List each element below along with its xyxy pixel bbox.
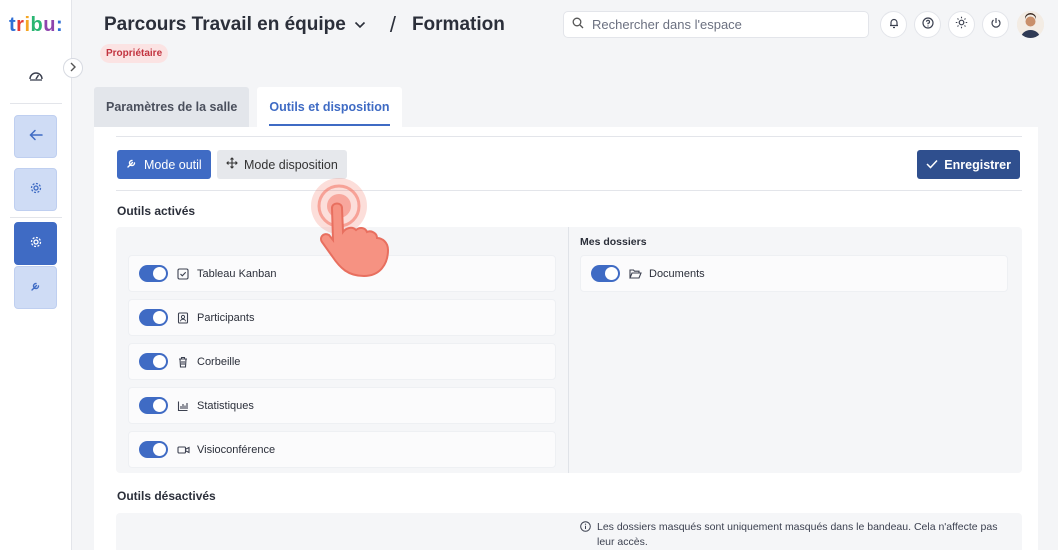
folders-heading: Mes dossiers bbox=[580, 236, 647, 248]
info-icon bbox=[580, 521, 591, 550]
dashboard-icon[interactable] bbox=[26, 66, 46, 86]
move-icon bbox=[226, 157, 238, 172]
help-button[interactable] bbox=[914, 11, 941, 38]
search-input[interactable] bbox=[592, 17, 852, 32]
chart-icon bbox=[176, 399, 190, 413]
page-header: Parcours Travail en équipe / Formation bbox=[104, 12, 505, 38]
divider bbox=[116, 190, 1022, 191]
power-icon bbox=[990, 16, 1002, 34]
tab-room-settings[interactable]: Paramètres de la salle bbox=[94, 87, 250, 127]
breadcrumb-separator: / bbox=[389, 12, 396, 37]
tool-label: Visioconférence bbox=[197, 443, 276, 456]
back-button[interactable] bbox=[14, 115, 57, 158]
tool-toggle[interactable] bbox=[139, 309, 168, 326]
wrench-icon bbox=[30, 279, 42, 297]
page-title[interactable]: Parcours Travail en équipe bbox=[104, 14, 346, 36]
video-icon bbox=[176, 443, 190, 457]
logo-letter: : bbox=[55, 14, 64, 36]
settings-tabs: Paramètres de la salle Outils et disposi… bbox=[94, 87, 410, 127]
chevron-down-icon[interactable] bbox=[354, 18, 368, 32]
notifications-button[interactable] bbox=[880, 11, 907, 38]
search-icon bbox=[572, 16, 584, 34]
room-settings-button[interactable] bbox=[14, 168, 57, 211]
sun-icon bbox=[955, 16, 968, 34]
disabled-tools-title: Outils désactivés bbox=[117, 489, 216, 503]
main-panel: Mode outil Mode disposition Enregistrer … bbox=[94, 127, 1038, 550]
logo-letter: b bbox=[30, 14, 44, 36]
participants-icon bbox=[176, 311, 190, 325]
trash-icon bbox=[176, 355, 190, 369]
save-button[interactable]: Enregistrer bbox=[917, 150, 1020, 179]
gear-icon bbox=[30, 181, 42, 199]
tool-toggle[interactable] bbox=[139, 265, 168, 282]
tool-label: Corbeille bbox=[197, 355, 241, 368]
folder-row-documents[interactable]: Documents bbox=[580, 255, 1008, 292]
divider bbox=[116, 136, 1022, 137]
chevron-right-icon bbox=[69, 59, 77, 77]
mode-layout-button[interactable]: Mode disposition bbox=[217, 150, 347, 179]
app-logo[interactable]: tribu: bbox=[9, 14, 63, 37]
mode-tool-button[interactable]: Mode outil bbox=[117, 150, 211, 179]
active-tools-title: Outils activés bbox=[117, 204, 196, 218]
gear-icon bbox=[30, 235, 42, 253]
tools-button[interactable] bbox=[14, 266, 57, 309]
tool-label: Tableau Kanban bbox=[197, 267, 277, 280]
column-divider bbox=[568, 227, 569, 473]
help-icon bbox=[921, 16, 934, 34]
search-box[interactable] bbox=[563, 11, 869, 38]
tool-toggle[interactable] bbox=[139, 353, 168, 370]
logout-button[interactable] bbox=[982, 11, 1009, 38]
rail-divider bbox=[10, 217, 62, 218]
tool-label: Participants bbox=[197, 311, 255, 324]
kanban-check-icon bbox=[176, 267, 190, 281]
info-note-text: Les dossiers masqués sont uniquement mas… bbox=[597, 521, 998, 548]
folder-open-icon bbox=[628, 267, 642, 281]
breadcrumb-current: Formation bbox=[411, 14, 505, 35]
tool-row-kanban[interactable]: Tableau Kanban bbox=[128, 255, 556, 292]
tool-label: Statistiques bbox=[197, 399, 254, 412]
wrench-icon bbox=[126, 157, 138, 172]
tool-toggle[interactable] bbox=[139, 441, 168, 458]
role-badge: Propriétaire bbox=[100, 44, 169, 63]
tool-row-video[interactable]: Visioconférence bbox=[128, 431, 556, 468]
check-icon bbox=[926, 158, 938, 172]
settings-active-button[interactable] bbox=[14, 222, 57, 265]
save-label: Enregistrer bbox=[944, 157, 1011, 172]
theme-button[interactable] bbox=[948, 11, 975, 38]
folders-info-note: Les dossiers masqués sont uniquement mas… bbox=[580, 520, 1000, 550]
mode-tool-label: Mode outil bbox=[144, 157, 202, 172]
collapse-sidebar-button[interactable] bbox=[63, 58, 83, 78]
avatar[interactable] bbox=[1017, 11, 1044, 38]
arrow-left-icon bbox=[28, 128, 43, 146]
bell-icon bbox=[888, 16, 900, 34]
tool-toggle[interactable] bbox=[139, 397, 168, 414]
active-tools-area: Mes dossiers Tableau Kanban Participants… bbox=[116, 227, 1022, 473]
rail-divider bbox=[10, 103, 62, 104]
tool-row-trash[interactable]: Corbeille bbox=[128, 343, 556, 380]
logo-letter: u bbox=[43, 14, 56, 36]
logo-letter: r bbox=[16, 14, 25, 36]
left-rail: tribu: bbox=[0, 0, 72, 550]
folder-label: Documents bbox=[649, 267, 705, 280]
tool-row-statistics[interactable]: Statistiques bbox=[128, 387, 556, 424]
logo-letter: t bbox=[9, 14, 17, 36]
mode-layout-label: Mode disposition bbox=[244, 157, 338, 172]
folder-toggle[interactable] bbox=[591, 265, 620, 282]
tab-tools-layout[interactable]: Outils et disposition bbox=[257, 87, 402, 127]
tool-row-participants[interactable]: Participants bbox=[128, 299, 556, 336]
